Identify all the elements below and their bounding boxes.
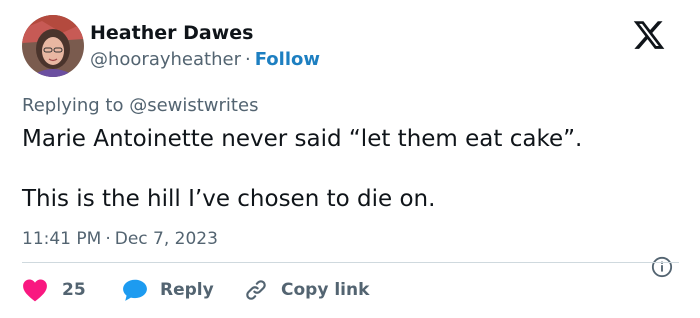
tweet-time: 11:41 PM — [22, 229, 102, 249]
author-handle-row: @hoorayheather · Follow — [90, 49, 320, 70]
replying-to[interactable]: Replying to @sewistwrites — [22, 95, 258, 116]
link-icon — [246, 280, 266, 300]
like-count: 25 — [62, 280, 86, 300]
timestamp-separator: · — [105, 229, 111, 249]
copy-link-button[interactable]: Copy link — [243, 276, 369, 304]
tweet-date: Dec 7, 2023 — [114, 229, 218, 249]
heart-icon — [23, 279, 47, 302]
handle-separator: · — [244, 49, 251, 70]
avatar[interactable] — [22, 15, 84, 77]
author-handle[interactable]: @hoorayheather — [90, 49, 241, 70]
reply-button[interactable]: Reply — [122, 276, 214, 304]
avatar-image — [22, 15, 84, 77]
reply-label: Reply — [160, 280, 214, 300]
speech-bubble-icon — [123, 279, 147, 301]
info-icon[interactable] — [651, 256, 673, 278]
follow-button[interactable]: Follow — [255, 49, 320, 70]
tweet-text-line-2: This is the hill I’ve chosen to die on. — [22, 186, 436, 212]
author-name[interactable]: Heather Dawes — [90, 22, 253, 44]
x-logo-icon[interactable] — [632, 18, 666, 52]
divider — [22, 262, 679, 263]
tweet-text-line-1: Marie Antoinette never said “let them ea… — [22, 126, 583, 152]
tweet-timestamp[interactable]: 11:41 PM · Dec 7, 2023 — [22, 229, 218, 249]
like-button[interactable]: 25 — [22, 276, 86, 304]
copy-link-label: Copy link — [281, 280, 370, 300]
